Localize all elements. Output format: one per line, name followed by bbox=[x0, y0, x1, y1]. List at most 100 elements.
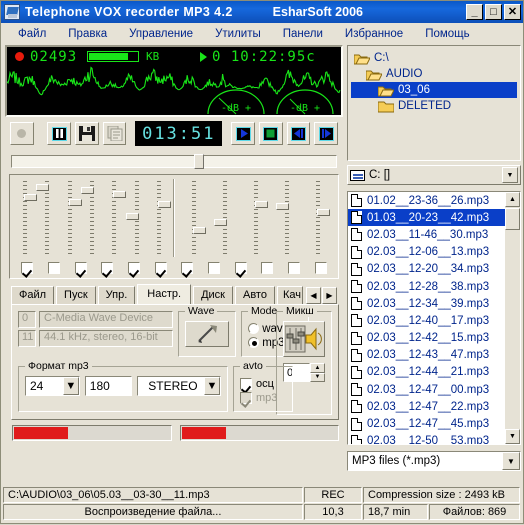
equalizer-checkbox[interactable] bbox=[128, 262, 141, 274]
tree-node[interactable]: C:\ bbox=[351, 50, 517, 66]
equalizer-slider[interactable] bbox=[36, 179, 58, 257]
equalizer-slider-thumb[interactable] bbox=[157, 201, 171, 209]
equalizer-slider[interactable] bbox=[178, 179, 209, 257]
scroll-down-button[interactable]: ▼ bbox=[505, 429, 520, 444]
position-trackbar[interactable] bbox=[11, 154, 337, 169]
equalizer-slider-thumb[interactable] bbox=[192, 226, 206, 234]
equalizer-slider[interactable] bbox=[14, 179, 38, 257]
equalizer-slider[interactable] bbox=[240, 179, 271, 257]
tab-5[interactable]: Авто bbox=[234, 286, 275, 304]
mixer-spin-down[interactable]: ▼ bbox=[310, 372, 325, 382]
menu-item-file[interactable]: Файл bbox=[7, 26, 57, 42]
equalizer-slider-thumb[interactable] bbox=[125, 213, 139, 221]
equalizer-slider[interactable] bbox=[125, 179, 147, 257]
equalizer-checkbox[interactable] bbox=[181, 262, 194, 274]
channels-combo[interactable]: STEREO ▼ bbox=[136, 376, 221, 396]
equalizer-slider[interactable] bbox=[148, 179, 171, 257]
equalizer-slider-thumb[interactable] bbox=[113, 190, 127, 198]
file-list-item[interactable]: 02.03__12-20__34.mp3 bbox=[348, 261, 520, 278]
equalizer-slider-thumb[interactable] bbox=[80, 186, 94, 194]
file-list-item[interactable]: 02.03__12-28__38.mp3 bbox=[348, 278, 520, 295]
maximize-button[interactable]: □ bbox=[485, 4, 502, 20]
chevron-down-icon[interactable]: ▼ bbox=[62, 377, 79, 395]
equalizer-checkbox[interactable] bbox=[154, 262, 167, 274]
file-list-scrollbar[interactable]: ▲ ▼ bbox=[505, 192, 520, 444]
equalizer-checkbox[interactable] bbox=[48, 262, 60, 274]
tab-1[interactable]: Пуск bbox=[56, 286, 96, 304]
file-list-item[interactable]: 02.03__12-43__47.mp3 bbox=[348, 347, 520, 364]
mixer-button[interactable] bbox=[283, 321, 325, 357]
export-button[interactable] bbox=[102, 122, 127, 145]
tab-scroll-right-button[interactable]: ▶ bbox=[321, 287, 337, 304]
pause-button[interactable] bbox=[47, 122, 72, 145]
equalizer-checkbox[interactable] bbox=[21, 262, 34, 274]
menu-item-favorites[interactable]: Избранное bbox=[334, 26, 414, 42]
file-list[interactable]: 01.02__23-36__26.mp3 01.03__20-23__42.mp3… bbox=[347, 191, 521, 445]
record-button[interactable] bbox=[10, 122, 34, 145]
equalizer-slider-thumb[interactable] bbox=[276, 202, 290, 210]
file-list-item[interactable]: 02.03__12-34__39.mp3 bbox=[348, 295, 520, 312]
play-button[interactable] bbox=[231, 122, 255, 145]
chevron-down-icon[interactable]: ▼ bbox=[502, 167, 518, 183]
next-button[interactable] bbox=[314, 122, 338, 145]
equalizer-slider-thumb[interactable] bbox=[68, 198, 82, 206]
equalizer-slider-thumb[interactable] bbox=[24, 193, 38, 201]
tab-3[interactable]: Настр. bbox=[137, 284, 192, 304]
file-list-item[interactable]: 02.03__12-44__21.mp3 bbox=[348, 364, 520, 381]
file-list-item[interactable]: 01.03__20-23__42.mp3 bbox=[348, 209, 520, 227]
file-list-item[interactable]: 02.03__12-47__22.mp3 bbox=[348, 398, 520, 415]
file-list-item[interactable]: 02.03__12-47__45.mp3 bbox=[348, 415, 520, 432]
equalizer-checkbox[interactable] bbox=[261, 262, 274, 274]
menu-item-panels[interactable]: Панели bbox=[272, 26, 334, 42]
menu-item-edit[interactable]: Правка bbox=[57, 26, 118, 42]
menu-item-control[interactable]: Управление bbox=[118, 26, 204, 42]
chevron-down-icon[interactable]: ▼ bbox=[204, 377, 220, 395]
equalizer-slider-thumb[interactable] bbox=[317, 209, 331, 217]
tree-node[interactable]: 03_06 bbox=[351, 82, 517, 98]
file-list-item[interactable]: 02.03__12-50__53.mp3 bbox=[348, 433, 520, 444]
scroll-up-button[interactable]: ▲ bbox=[505, 192, 520, 207]
file-list-item[interactable]: 02.03__12-42__15.mp3 bbox=[348, 330, 520, 347]
equalizer-checkbox[interactable] bbox=[234, 262, 247, 274]
checkbox-avto-osc[interactable] bbox=[240, 378, 252, 390]
radio-mp3-icon[interactable] bbox=[248, 337, 259, 348]
mixer-spin-buttons[interactable]: ▲ ▼ bbox=[310, 363, 325, 382]
mixer-spin-up[interactable]: ▲ bbox=[310, 363, 325, 373]
minimize-button[interactable]: _ bbox=[466, 4, 483, 20]
tree-node[interactable]: AUDIO bbox=[351, 66, 517, 82]
scrollbar-thumb[interactable] bbox=[505, 208, 520, 230]
drive-selector[interactable]: C: [] ▼ bbox=[347, 165, 521, 185]
tree-node[interactable]: DELETED bbox=[351, 98, 517, 114]
menu-item-utilities[interactable]: Утилиты bbox=[204, 26, 272, 42]
tab-scroll-left-button[interactable]: ◀ bbox=[305, 287, 321, 304]
chevron-down-icon[interactable]: ▼ bbox=[502, 452, 520, 470]
trackbar-thumb[interactable] bbox=[194, 154, 205, 169]
equalizer-slider-thumb[interactable] bbox=[36, 184, 50, 192]
equalizer-slider[interactable] bbox=[59, 179, 82, 257]
close-button[interactable]: ✕ bbox=[504, 4, 521, 20]
equalizer-checkbox[interactable] bbox=[288, 262, 301, 274]
file-filter-combo[interactable]: MP3 files (*.mp3) ▼ bbox=[347, 451, 521, 471]
stop-button[interactable] bbox=[258, 122, 283, 145]
radio-wav-icon[interactable] bbox=[248, 323, 259, 334]
equalizer-slider-thumb[interactable] bbox=[213, 218, 227, 226]
equalizer-slider[interactable] bbox=[272, 179, 303, 257]
save-button[interactable] bbox=[75, 122, 99, 145]
file-list-item[interactable]: 02.03__12-47__00.mp3 bbox=[348, 381, 520, 398]
previous-button[interactable] bbox=[286, 122, 311, 145]
file-list-item[interactable]: 02.03__12-06__13.mp3 bbox=[348, 244, 520, 261]
file-list-item[interactable]: 01.02__23-36__26.mp3 bbox=[348, 192, 520, 209]
equalizer-slider[interactable] bbox=[209, 179, 240, 257]
file-list-item[interactable]: 02.03__12-40__17.mp3 bbox=[348, 312, 520, 329]
tab-6[interactable]: Кач bbox=[276, 286, 303, 304]
menu-item-help[interactable]: Помощь bbox=[414, 26, 480, 42]
file-list-item[interactable]: 02.03__11-46__30.mp3 bbox=[348, 226, 520, 243]
wave-settings-button[interactable] bbox=[185, 321, 229, 347]
tab-2[interactable]: Упр. bbox=[97, 286, 136, 304]
folder-tree[interactable]: C:\ AUDIO 03_06 DELETED bbox=[347, 45, 521, 161]
equalizer-slider[interactable] bbox=[80, 179, 103, 257]
equalizer-slider-thumb[interactable] bbox=[255, 201, 268, 209]
equalizer-slider[interactable] bbox=[303, 179, 334, 257]
equalizer-checkbox[interactable] bbox=[101, 262, 114, 274]
equalizer-checkbox[interactable] bbox=[208, 262, 221, 274]
